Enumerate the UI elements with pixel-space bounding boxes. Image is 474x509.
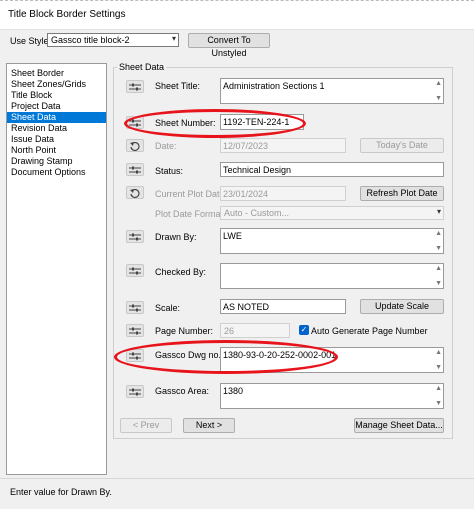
checked-by-label: Checked By: xyxy=(155,267,207,277)
sheet-title-field[interactable]: Administration Sections 1 ▲ ▼ xyxy=(220,78,444,104)
scroll-up-icon[interactable]: ▲ xyxy=(435,349,442,356)
window-titlebar: Title Block Border Settings xyxy=(0,0,474,30)
gassco-area-value: 1380 xyxy=(223,386,244,396)
drawn-by-field[interactable]: LWE ▲ ▼ xyxy=(220,228,444,254)
scroll-down-icon[interactable]: ▼ xyxy=(435,364,442,371)
annotation-circle-gassco-dwg xyxy=(114,340,338,374)
field-options-icon[interactable] xyxy=(126,264,144,277)
date-field: 12/07/2023 xyxy=(220,138,346,153)
checked-by-field[interactable]: ▲ ▼ xyxy=(220,263,444,289)
field-options-icon[interactable] xyxy=(126,385,144,398)
refresh-plot-date-button[interactable]: Refresh Plot Date xyxy=(360,186,444,201)
current-plot-date-label: Current Plot Date: xyxy=(155,189,228,199)
scroll-up-icon[interactable]: ▲ xyxy=(435,230,442,237)
annotation-circle-sheet-number xyxy=(124,109,306,138)
current-plot-date-value: 23/01/2024 xyxy=(223,189,269,199)
scroll-down-icon[interactable]: ▼ xyxy=(435,400,442,407)
nav-item-revision-data[interactable]: Revision Data xyxy=(7,123,106,134)
plot-date-format-label: Plot Date Format: xyxy=(155,209,226,219)
gassco-area-field[interactable]: 1380 ▲ ▼ xyxy=(220,383,444,409)
refresh-icon[interactable] xyxy=(126,186,144,199)
scale-value: AS NOTED xyxy=(223,302,270,312)
nav-item-sheet-data[interactable]: Sheet Data xyxy=(7,112,106,123)
prev-button[interactable]: < Prev xyxy=(120,418,172,433)
nav-item-issue-data[interactable]: Issue Data xyxy=(7,134,106,145)
scroll-up-icon[interactable]: ▲ xyxy=(435,385,442,392)
nav-item-title-block[interactable]: Title Block xyxy=(7,90,106,101)
chevron-down-icon: ▾ xyxy=(171,34,176,43)
sheet-title-scrollbar[interactable]: ▲ ▼ xyxy=(432,79,443,103)
manage-sheet-data-button[interactable]: Manage Sheet Data... xyxy=(354,418,444,433)
scroll-down-icon[interactable]: ▼ xyxy=(435,245,442,252)
use-style-value: Gassco title block-2 xyxy=(51,35,130,45)
gassco-area-scrollbar[interactable]: ▲ ▼ xyxy=(432,384,443,408)
nav-item-sheet-border[interactable]: Sheet Border xyxy=(7,68,106,79)
field-options-icon[interactable] xyxy=(126,80,144,93)
checked-by-scrollbar[interactable]: ▲ ▼ xyxy=(432,264,443,288)
update-scale-button[interactable]: Update Scale xyxy=(360,299,444,314)
status-label: Status: xyxy=(155,166,184,176)
page-number-label: Page Number: xyxy=(155,326,214,336)
nav-item-sheet-zones-grids[interactable]: Sheet Zones/Grids xyxy=(7,79,106,90)
sheet-title-value: Administration Sections 1 xyxy=(223,81,325,91)
page-number-field: 26 xyxy=(220,323,290,338)
auto-generate-checkbox[interactable]: ✓ xyxy=(299,325,309,335)
drawn-by-label: Drawn By: xyxy=(155,232,197,242)
nav-item-project-data[interactable]: Project Data xyxy=(7,101,106,112)
gassco-area-label: Gassco Area: xyxy=(155,386,210,396)
scroll-down-icon[interactable]: ▼ xyxy=(435,280,442,287)
page-number-value: 26 xyxy=(224,326,235,336)
status-value: Technical Design xyxy=(223,165,292,175)
todays-date-button[interactable]: Today's Date xyxy=(360,138,444,153)
status-bar-text: Enter value for Drawn By. xyxy=(10,487,112,497)
gassco-dwg-scrollbar[interactable]: ▲ ▼ xyxy=(432,348,443,372)
settings-nav-list[interactable]: Sheet Border Sheet Zones/Grids Title Blo… xyxy=(6,63,107,475)
scale-label: Scale: xyxy=(155,303,181,313)
date-label: Date: xyxy=(155,141,177,151)
refresh-icon[interactable] xyxy=(126,139,144,152)
sheet-title-label: Sheet Title: xyxy=(155,81,201,91)
scale-field[interactable]: AS NOTED xyxy=(220,299,346,314)
field-options-icon[interactable] xyxy=(126,324,144,337)
field-options-icon[interactable] xyxy=(126,163,144,176)
chevron-down-icon: ▾ xyxy=(436,207,441,216)
nav-item-drawing-stamp[interactable]: Drawing Stamp xyxy=(7,156,106,167)
current-plot-date-field: 23/01/2024 xyxy=(220,186,346,201)
plot-date-format-value: Auto - Custom... xyxy=(224,208,290,218)
drawn-by-scrollbar[interactable]: ▲ ▼ xyxy=(432,229,443,253)
sheet-data-group-label: Sheet Data xyxy=(117,62,167,72)
field-options-icon[interactable] xyxy=(126,230,144,243)
plot-date-format-dropdown[interactable]: Auto - Custom... ▾ xyxy=(220,206,444,220)
window-title: Title Block Border Settings xyxy=(8,9,126,20)
status-bar: Enter value for Drawn By. xyxy=(0,478,474,509)
scroll-down-icon[interactable]: ▼ xyxy=(435,95,442,102)
date-value: 12/07/2023 xyxy=(223,141,269,151)
nav-item-north-point[interactable]: North Point xyxy=(7,145,106,156)
scroll-up-icon[interactable]: ▲ xyxy=(435,265,442,272)
convert-to-unstyled-button[interactable]: Convert To Unstyled xyxy=(188,33,270,58)
status-field[interactable]: Technical Design xyxy=(220,162,444,177)
use-style-dropdown[interactable]: Gassco title block-2 ▾ xyxy=(47,33,179,47)
top-divider xyxy=(0,0,474,3)
scroll-up-icon[interactable]: ▲ xyxy=(435,80,442,87)
field-options-icon[interactable] xyxy=(126,301,144,314)
auto-generate-label[interactable]: Auto Generate Page Number xyxy=(311,326,428,336)
nav-item-document-options[interactable]: Document Options xyxy=(7,167,106,178)
drawn-by-value: LWE xyxy=(223,231,242,241)
next-button[interactable]: Next > xyxy=(183,418,235,433)
use-style-label: Use Style: xyxy=(10,36,52,46)
